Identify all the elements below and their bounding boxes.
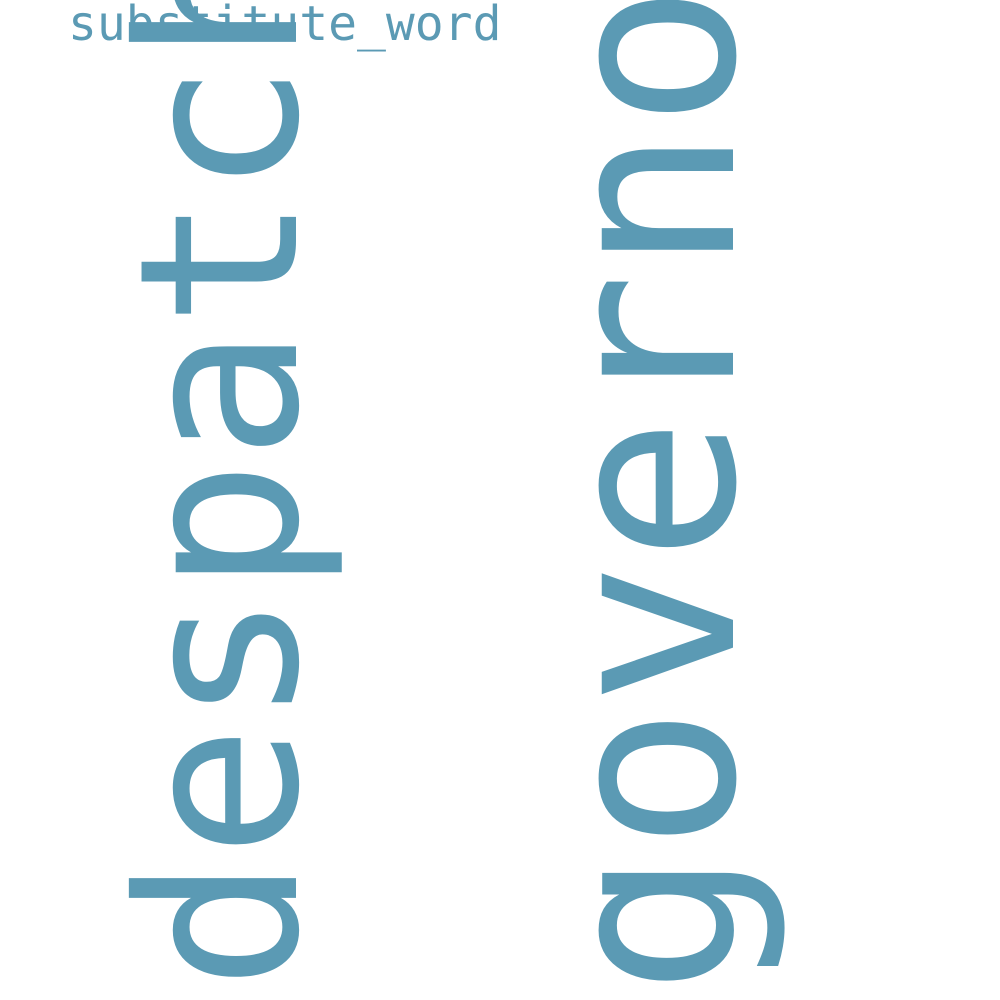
word-cloud: substitute_word despatch governor — [0, 0, 1000, 1000]
word-despatch: despatch — [92, 0, 348, 990]
word-governor: governor — [510, 0, 790, 995]
